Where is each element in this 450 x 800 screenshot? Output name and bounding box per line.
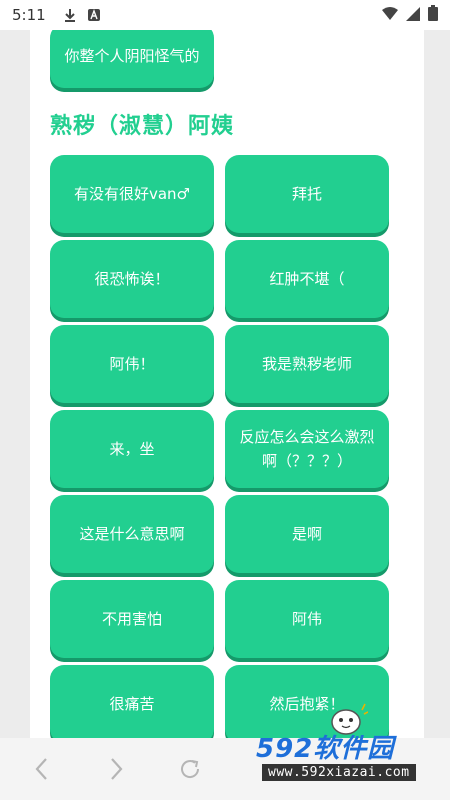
download-icon bbox=[62, 7, 78, 23]
sound-button[interactable]: 是啊 bbox=[225, 495, 389, 573]
content-card: 你整个人阴阳怪气的 熟秽（淑慧）阿姨 有没有很好van♂ 拜托 很恐怖诶！ 红肿… bbox=[30, 30, 424, 738]
status-time: 5:11 bbox=[12, 6, 46, 24]
sound-button[interactable]: 拜托 bbox=[225, 155, 389, 233]
sound-button[interactable]: 阿伟 bbox=[225, 580, 389, 658]
sound-button[interactable]: 来，坐 bbox=[50, 410, 214, 488]
sound-button-top-partial[interactable]: 你整个人阴阳怪气的 bbox=[50, 30, 214, 88]
watermark-logo: 592软件园 www.592xiazai.com bbox=[248, 728, 448, 788]
wifi-icon bbox=[382, 6, 398, 25]
sound-button[interactable]: 很恐怖诶！ bbox=[50, 240, 214, 318]
battery-icon bbox=[428, 5, 438, 25]
sound-button[interactable]: 不用害怕 bbox=[50, 580, 214, 658]
watermark-url: www.592xiazai.com bbox=[262, 764, 416, 781]
status-right-icons bbox=[382, 5, 438, 25]
notification-a-icon bbox=[86, 7, 102, 23]
refresh-icon[interactable] bbox=[176, 755, 204, 783]
sound-button[interactable]: 阿伟！ bbox=[50, 325, 214, 403]
signal-icon bbox=[406, 6, 420, 25]
section-title: 熟秽（淑慧）阿姨 bbox=[50, 114, 235, 139]
watermark-brand: 592软件园 bbox=[256, 734, 395, 764]
sound-button[interactable]: 反应怎么会这么激烈啊（？？？） bbox=[225, 410, 389, 488]
sound-button[interactable]: 有没有很好van♂ bbox=[50, 155, 214, 233]
forward-icon[interactable] bbox=[102, 755, 130, 783]
sound-button[interactable]: 这是什么意思啊 bbox=[50, 495, 214, 573]
sound-button[interactable]: 很痛苦 bbox=[50, 665, 214, 738]
back-icon[interactable] bbox=[28, 755, 56, 783]
sound-button[interactable]: 红肿不堪（ bbox=[225, 240, 389, 318]
sound-button[interactable]: 我是熟秽老师 bbox=[225, 325, 389, 403]
status-bar: 5:11 bbox=[0, 0, 450, 30]
